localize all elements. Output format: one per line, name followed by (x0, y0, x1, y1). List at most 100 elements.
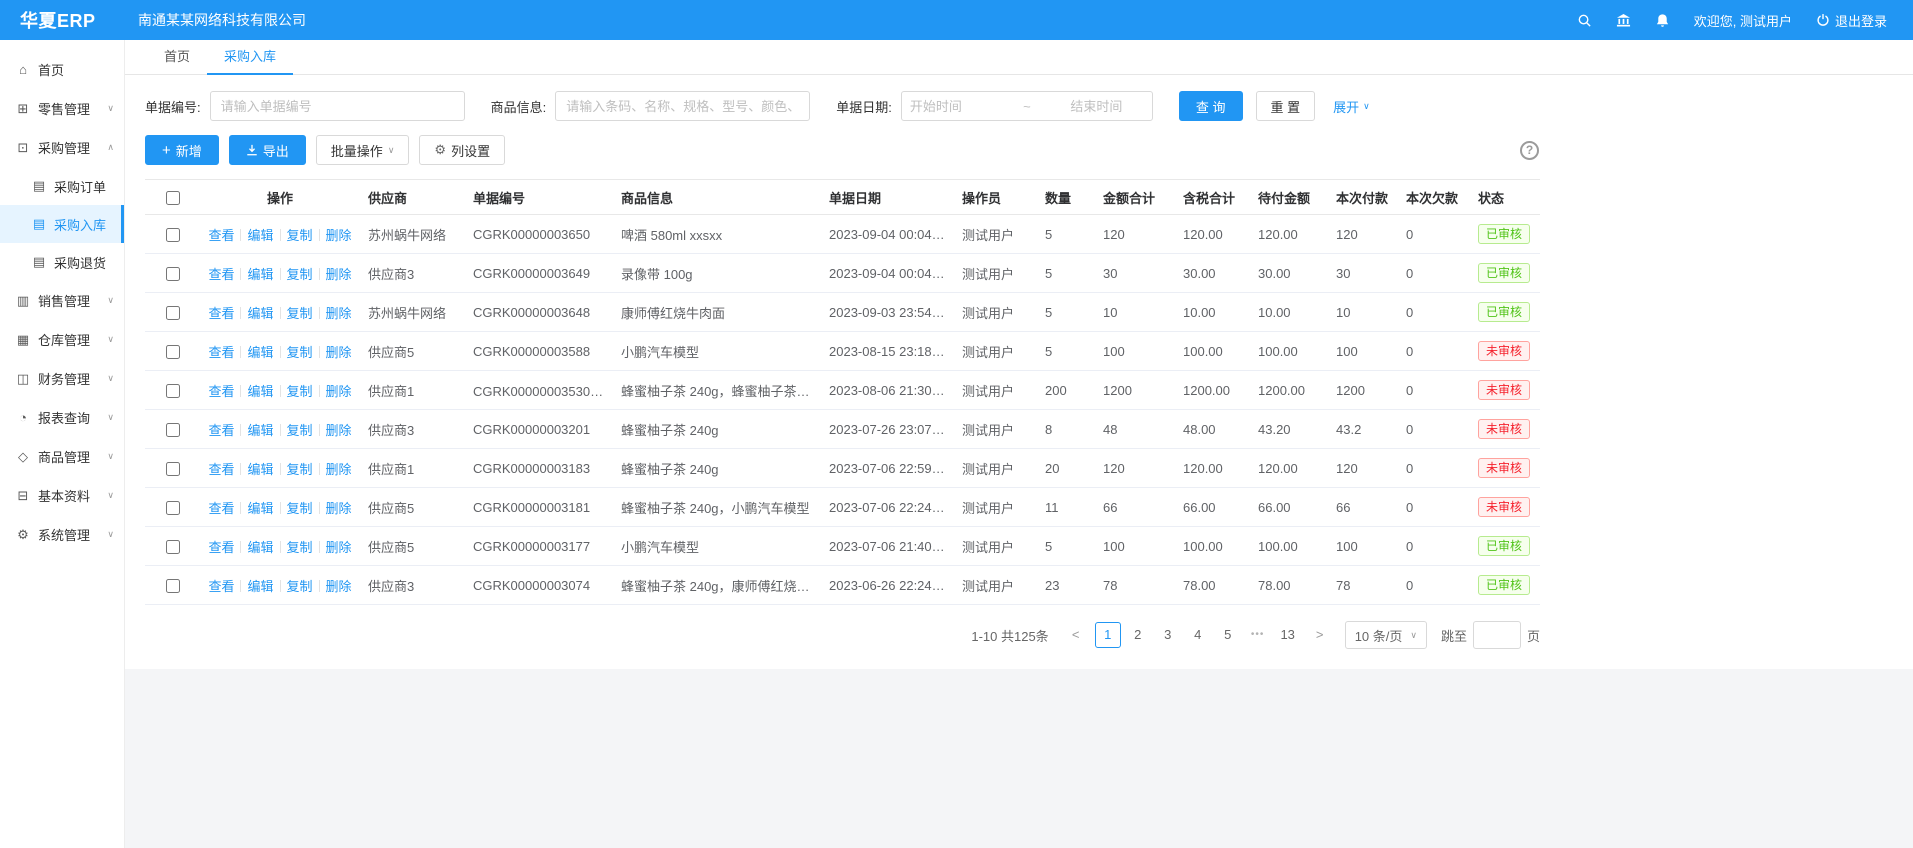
row-checkbox[interactable] (166, 384, 180, 398)
view-link[interactable]: 查看 (208, 267, 234, 282)
search-icon[interactable] (1577, 13, 1592, 28)
row-checkbox[interactable] (166, 267, 180, 281)
column-settings-button[interactable]: ⚙ 列设置 (419, 135, 505, 165)
page-button-3[interactable]: 3 (1155, 622, 1181, 648)
edit-link[interactable]: 编辑 (247, 228, 273, 243)
edit-link[interactable]: 编辑 (247, 345, 273, 360)
page-size-select[interactable]: 10 条/页 ∨ (1345, 621, 1427, 649)
copy-link[interactable]: 复制 (287, 579, 313, 594)
view-link[interactable]: 查看 (208, 579, 234, 594)
edit-link[interactable]: 编辑 (247, 267, 273, 282)
delete-link[interactable]: 删除 (326, 228, 352, 243)
copy-link[interactable]: 复制 (287, 345, 313, 360)
view-link[interactable]: 查看 (208, 306, 234, 321)
help-icon[interactable]: ? (1520, 141, 1539, 160)
row-checkbox[interactable] (166, 345, 180, 359)
date-start-input[interactable] (910, 99, 1005, 114)
logout-button[interactable]: 退出登录 (1816, 11, 1887, 30)
copy-link[interactable]: 复制 (287, 267, 313, 282)
search-button[interactable]: 查 询 (1179, 91, 1243, 121)
page-button-1[interactable]: 1 (1095, 622, 1121, 648)
delete-link[interactable]: 删除 (326, 579, 352, 594)
view-link[interactable]: 查看 (208, 462, 234, 477)
divider (240, 580, 241, 592)
reset-button[interactable]: 重 置 (1256, 91, 1316, 121)
sidebar-item-home[interactable]: ⌂首页 (0, 50, 124, 89)
row-checkbox[interactable] (166, 462, 180, 476)
view-link[interactable]: 查看 (208, 345, 234, 360)
row-checkbox[interactable] (166, 501, 180, 515)
edit-link[interactable]: 编辑 (247, 462, 273, 477)
divider (240, 463, 241, 475)
edit-link[interactable]: 编辑 (247, 306, 273, 321)
sidebar-item-retail[interactable]: ⊞零售管理∨ (0, 89, 124, 128)
batch-actions-button[interactable]: 批量操作 ∨ (316, 135, 410, 165)
col-header-amount-total: 金额合计 (1095, 180, 1175, 215)
prev-page-button[interactable]: < (1063, 622, 1089, 648)
sidebar-item-goods[interactable]: ◇商品管理∨ (0, 437, 124, 476)
date-range-picker[interactable]: ~ (901, 91, 1153, 121)
copy-link[interactable]: 复制 (287, 423, 313, 438)
page-button-4[interactable]: 4 (1185, 622, 1211, 648)
jump-page-input[interactable] (1473, 621, 1521, 649)
delete-link[interactable]: 删除 (326, 501, 352, 516)
edit-link[interactable]: 编辑 (247, 540, 273, 555)
page-button-2[interactable]: 2 (1125, 622, 1151, 648)
sidebar-item-purchase-in[interactable]: ▤采购入库 (0, 205, 124, 243)
top-header: 华夏ERP 南通某某网络科技有限公司 欢迎您, 测试用户 退出登录 (0, 0, 1913, 40)
expand-link[interactable]: 展开 ∨ (1333, 97, 1370, 116)
row-checkbox[interactable] (166, 228, 180, 242)
platform-icon[interactable] (1616, 13, 1631, 28)
copy-link[interactable]: 复制 (287, 501, 313, 516)
product-input[interactable] (555, 91, 810, 121)
tab-purchase-in[interactable]: 采购入库 (207, 40, 293, 75)
delete-link[interactable]: 删除 (326, 423, 352, 438)
view-link[interactable]: 查看 (208, 540, 234, 555)
row-checkbox[interactable] (166, 579, 180, 593)
delete-link[interactable]: 删除 (326, 462, 352, 477)
view-link[interactable]: 查看 (208, 423, 234, 438)
bell-icon[interactable] (1655, 13, 1670, 28)
page-button-5[interactable]: 5 (1215, 622, 1241, 648)
edit-link[interactable]: 编辑 (247, 579, 273, 594)
view-link[interactable]: 查看 (208, 384, 234, 399)
table-header-row: 操作 供应商 单据编号 商品信息 单据日期 操作员 数量 金额合计 含税合计 待… (145, 180, 1540, 215)
sidebar-item-sales[interactable]: ▥销售管理∨ (0, 281, 124, 320)
sidebar-item-basic[interactable]: ⊟基本资料∨ (0, 476, 124, 515)
next-page-button[interactable]: > (1307, 622, 1333, 648)
table-row: 查看编辑复制删除供应商1CGRK00000003183蜂蜜柚子茶 240g202… (145, 449, 1540, 488)
sidebar-item-purchase-return[interactable]: ▤采购退货 (0, 243, 124, 281)
divider (319, 268, 320, 280)
export-button[interactable]: 导出 (229, 135, 306, 165)
sidebar-item-purchase-order[interactable]: ▤采购订单 (0, 167, 124, 205)
sidebar-item-report[interactable]: ◔报表查询∨ (0, 398, 124, 437)
sidebar-item-purchase[interactable]: ⊡采购管理∧ (0, 128, 124, 167)
sidebar-item-warehouse[interactable]: ▦仓库管理∨ (0, 320, 124, 359)
view-link[interactable]: 查看 (208, 501, 234, 516)
sidebar-item-finance[interactable]: ◫财务管理∨ (0, 359, 124, 398)
page-button-13[interactable]: 13 (1275, 622, 1301, 648)
edit-link[interactable]: 编辑 (247, 384, 273, 399)
add-button[interactable]: + 新增 (145, 135, 219, 165)
copy-link[interactable]: 复制 (287, 228, 313, 243)
copy-link[interactable]: 复制 (287, 384, 313, 399)
copy-link[interactable]: 复制 (287, 462, 313, 477)
row-checkbox[interactable] (166, 540, 180, 554)
row-checkbox[interactable] (166, 423, 180, 437)
delete-link[interactable]: 删除 (326, 540, 352, 555)
edit-link[interactable]: 编辑 (247, 423, 273, 438)
edit-link[interactable]: 编辑 (247, 501, 273, 516)
delete-link[interactable]: 删除 (326, 267, 352, 282)
copy-link[interactable]: 复制 (287, 306, 313, 321)
tab-home[interactable]: 首页 (147, 40, 207, 74)
delete-link[interactable]: 删除 (326, 345, 352, 360)
view-link[interactable]: 查看 (208, 228, 234, 243)
sidebar-item-system[interactable]: ⚙系统管理∨ (0, 515, 124, 554)
select-all-checkbox[interactable] (166, 191, 180, 205)
date-end-input[interactable] (1049, 99, 1144, 114)
bill-no-input[interactable] (210, 91, 465, 121)
delete-link[interactable]: 删除 (326, 306, 352, 321)
delete-link[interactable]: 删除 (326, 384, 352, 399)
copy-link[interactable]: 复制 (287, 540, 313, 555)
row-checkbox[interactable] (166, 306, 180, 320)
